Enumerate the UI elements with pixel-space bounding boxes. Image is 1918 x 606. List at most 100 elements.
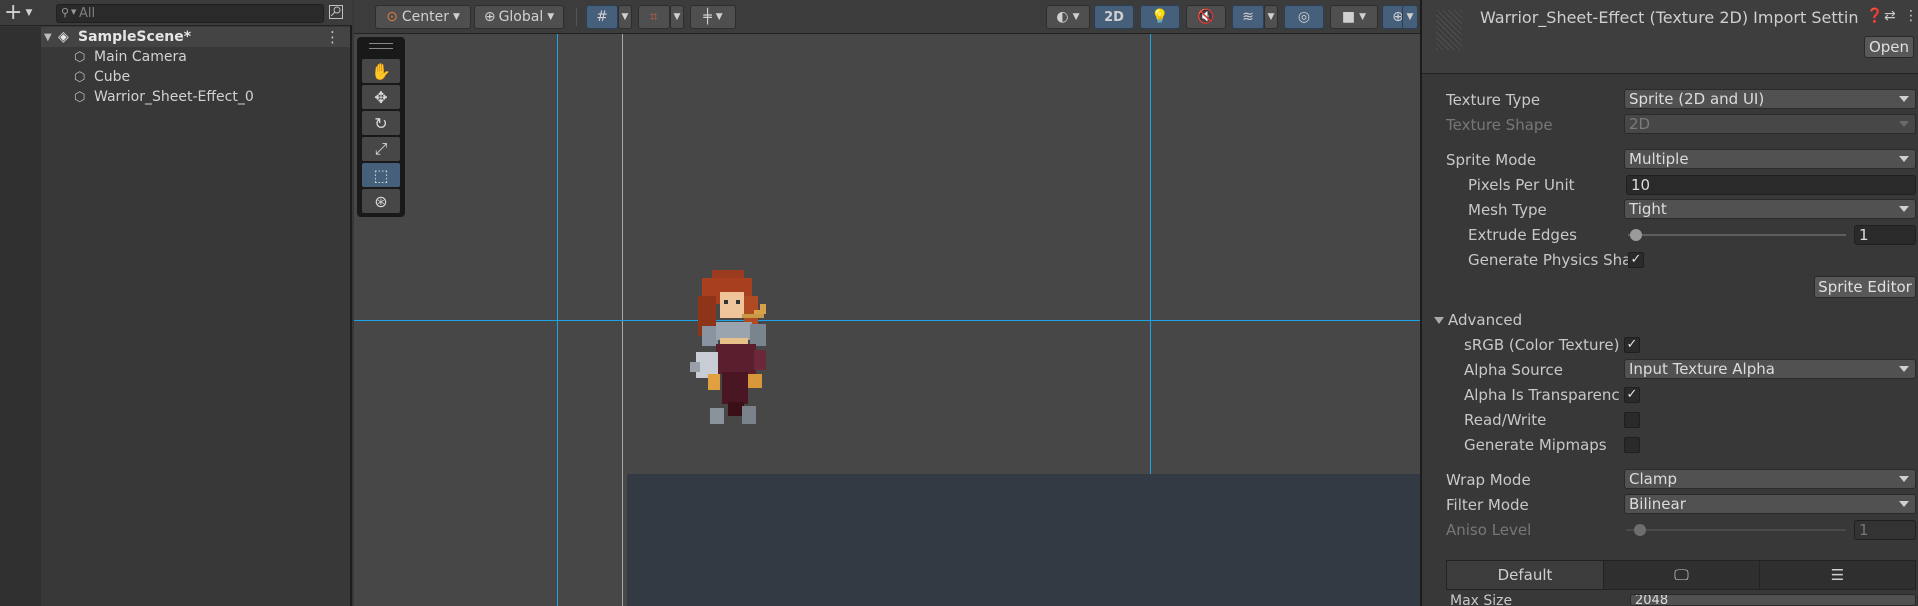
mode-2d-button[interactable]: 2D <box>1094 5 1134 29</box>
camera-button[interactable]: ■ ▼ <box>1330 5 1378 29</box>
hierarchy-search[interactable]: ⚲ ▼ <box>56 4 324 23</box>
chevron-down-icon: ▼ <box>452 12 460 22</box>
scale-tool-button[interactable]: ⤢ <box>362 137 400 161</box>
list-item[interactable]: ⬡ Warrior_Sheet-Effect_0 <box>74 87 254 107</box>
shading-mode-button[interactable]: ◐ ▼ <box>1046 5 1090 29</box>
grid-snap-icon: # <box>596 9 608 25</box>
tab-server[interactable]: ☰ <box>1759 561 1915 589</box>
transform-tool-button[interactable]: ⊛ <box>362 189 400 213</box>
mesh-type-label: Mesh Type <box>1468 201 1547 219</box>
filter-mode-dropdown[interactable]: Bilinear <box>1624 494 1916 514</box>
max-size-dropdown[interactable]: 2048 <box>1630 594 1916 606</box>
filter-mode-label: Filter Mode <box>1446 496 1529 514</box>
sprite-editor-button[interactable]: Sprite Editor <box>1814 276 1916 298</box>
hierarchy-toolbar: + ▼ ⚲ ▼ <box>0 0 352 26</box>
effects-button[interactable]: ≋ <box>1232 5 1264 29</box>
tab-default[interactable]: Default <box>1447 561 1603 589</box>
fold-arrow-icon[interactable]: ▼ <box>44 32 58 43</box>
alpha-source-label: Alpha Source <box>1464 361 1563 379</box>
chevron-down-icon: ▼ <box>673 12 681 22</box>
chevron-down-icon: ▼ <box>621 12 629 22</box>
tab-standalone[interactable]: 🖵 <box>1603 561 1759 589</box>
layers-icon: ≋ <box>1242 9 1254 25</box>
ppu-input[interactable]: 10 <box>1626 175 1916 195</box>
unity-scene-icon: ◈ <box>58 29 69 45</box>
audio-button[interactable]: 🔇 <box>1186 5 1226 29</box>
extrude-input[interactable]: 1 <box>1854 225 1916 245</box>
presets-icon[interactable]: ⇄ <box>1884 8 1896 24</box>
extrude-slider-handle[interactable] <box>1630 229 1642 241</box>
item-label: Warrior_Sheet-Effect_0 <box>94 89 254 105</box>
grid-snap-button[interactable]: # <box>586 5 618 29</box>
wrap-mode-dropdown[interactable]: Clamp <box>1624 469 1916 489</box>
mesh-type-dropdown[interactable]: Tight <box>1624 199 1916 219</box>
help-icon[interactable]: ❓ <box>1866 8 1883 24</box>
add-object-button[interactable]: + ▼ <box>4 2 42 24</box>
item-label: Main Camera <box>94 49 187 65</box>
pivot-icon: ⊙ <box>386 9 398 25</box>
snap-increment-icon: ⌗ <box>650 9 658 25</box>
hand-icon: ✋ <box>371 61 391 81</box>
search-filter-icon[interactable] <box>328 4 346 22</box>
pivot-center-button[interactable]: ⊙ Center ▼ <box>375 5 471 29</box>
drag-handle-icon[interactable] <box>369 43 393 49</box>
chevron-down-icon <box>1899 366 1909 372</box>
aniso-input: 1 <box>1854 520 1916 540</box>
chevron-down-icon <box>1899 156 1909 162</box>
platform-tabs: Default 🖵 ☰ <box>1446 560 1916 590</box>
advanced-foldout[interactable]: Advanced <box>1448 309 1522 331</box>
generate-physics-checkbox[interactable]: ✓ <box>1628 252 1644 268</box>
move-tool-button[interactable]: ✥ <box>362 85 400 109</box>
rotate-icon: ↻ <box>374 113 388 133</box>
extrude-edges-label: Extrude Edges <box>1468 226 1577 244</box>
list-item[interactable]: ⬡ Cube <box>74 67 130 87</box>
gizmos-dropdown[interactable]: ▼ <box>1402 5 1418 29</box>
scene-toolbar: ⊙ Center ▼ ⊕ Global ▼ # ▼ ⌗ ▼ ╪ ▼ ◐ ▼ 2D… <box>354 0 1420 34</box>
chevron-down-icon: ▼ <box>25 8 33 18</box>
read-write-checkbox[interactable] <box>1624 412 1640 428</box>
fold-arrow-icon[interactable] <box>1434 317 1444 324</box>
chevron-down-icon: ▼ <box>1267 12 1275 22</box>
camera-icon: ■ <box>1341 9 1356 25</box>
warrior-sprite[interactable] <box>672 266 792 466</box>
chevron-down-icon: ▼ <box>71 8 77 16</box>
shading-sphere-icon: ◐ <box>1056 9 1069 25</box>
rotate-tool-button[interactable]: ↻ <box>362 111 400 135</box>
read-write-label: Read/Write <box>1464 411 1547 429</box>
inspector-title: Warrior_Sheet-Effect (Texture 2D) Import… <box>1480 8 1859 27</box>
mipmaps-label: Generate Mipmaps <box>1464 436 1607 454</box>
alpha-transparency-checkbox[interactable]: ✓ <box>1624 387 1640 403</box>
mipmaps-checkbox[interactable] <box>1624 437 1640 453</box>
lighting-button[interactable]: 💡 <box>1140 5 1180 29</box>
alpha-source-dropdown[interactable]: Input Texture Alpha <box>1624 359 1916 379</box>
hierarchy-gutter <box>0 27 41 606</box>
extrude-slider[interactable] <box>1628 234 1846 236</box>
search-input[interactable] <box>79 5 319 22</box>
scene-view[interactable]: ⊙ Center ▼ ⊕ Global ▼ # ▼ ⌗ ▼ ╪ ▼ ◐ ▼ 2D… <box>354 0 1420 606</box>
texture-shape-dropdown: 2D <box>1624 114 1916 134</box>
ruler-button[interactable]: ╪ ▼ <box>690 5 736 29</box>
list-item[interactable]: ⬡ Main Camera <box>74 47 187 67</box>
texture-type-dropdown[interactable]: Sprite (2D and UI) <box>1624 89 1916 109</box>
ruler-icon: ╪ <box>703 9 712 25</box>
aniso-level-label: Aniso Level <box>1446 521 1532 539</box>
effects-dropdown[interactable]: ▼ <box>1264 5 1278 29</box>
rect-tool-button[interactable]: ⬚ <box>362 163 400 187</box>
lightbulb-icon: 💡 <box>1151 9 1169 25</box>
more-options-icon[interactable]: ⋮ <box>1904 8 1918 24</box>
global-space-button[interactable]: ⊕ Global ▼ <box>474 5 564 29</box>
scene-visibility-button[interactable]: ◎ <box>1284 5 1324 29</box>
scene-row[interactable]: ▼ ◈ SampleScene* ⋮ <box>41 27 350 47</box>
increment-snap-button[interactable]: ⌗ <box>638 5 670 29</box>
chevron-down-icon <box>1899 121 1909 127</box>
hand-tool-button[interactable]: ✋ <box>362 59 400 83</box>
wrap-mode-label: Wrap Mode <box>1446 471 1531 489</box>
open-button[interactable]: Open <box>1864 36 1914 58</box>
chevron-down-icon <box>1899 96 1909 102</box>
increment-snap-dropdown[interactable]: ▼ <box>670 5 684 29</box>
sprite-mode-dropdown[interactable]: Multiple <box>1624 149 1916 169</box>
more-options-icon[interactable]: ⋮ <box>325 28 340 46</box>
grid-snap-dropdown[interactable]: ▼ <box>618 5 632 29</box>
chevron-down-icon: ▼ <box>547 12 555 22</box>
srgb-checkbox[interactable]: ✓ <box>1624 337 1640 353</box>
